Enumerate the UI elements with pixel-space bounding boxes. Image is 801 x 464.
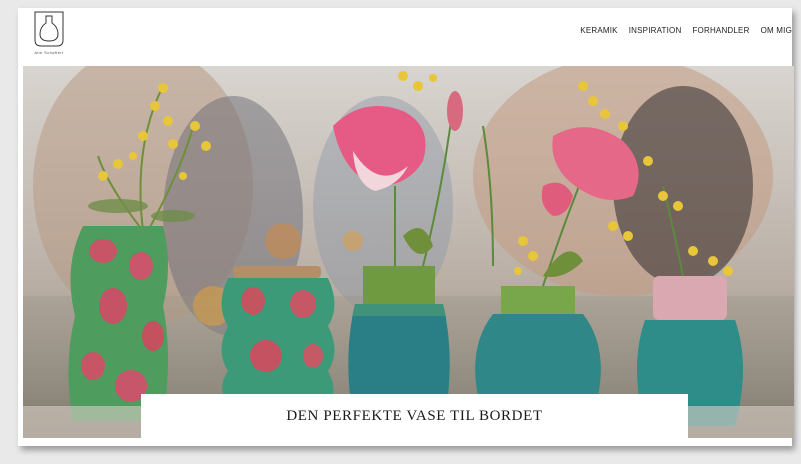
hero-caption-box[interactable]: DEN PERFEKTE VASE TIL BORDET bbox=[141, 394, 688, 438]
brand-name: Ane Schaffert bbox=[34, 50, 64, 55]
brand-logo[interactable]: Ane Schaffert bbox=[24, 10, 74, 60]
site-header: Ane Schaffert KERAMIK INSPIRATION FORHAN… bbox=[18, 8, 792, 66]
hero-caption: DEN PERFEKTE VASE TIL BORDET bbox=[286, 407, 543, 424]
nav-item-keramik[interactable]: KERAMIK bbox=[580, 26, 617, 35]
vase-logo-icon bbox=[34, 11, 64, 47]
main-nav: KERAMIK INSPIRATION FORHANDLER OM MIG bbox=[580, 26, 792, 35]
page-card: Ane Schaffert KERAMIK INSPIRATION FORHAN… bbox=[18, 8, 794, 446]
nav-item-forhandler[interactable]: FORHANDLER bbox=[692, 26, 749, 35]
hero-photo bbox=[23, 66, 794, 438]
vase-3 bbox=[348, 266, 450, 396]
vase-2 bbox=[221, 266, 335, 406]
hero-banner[interactable]: DEN PERFEKTE VASE TIL BORDET bbox=[23, 66, 794, 438]
nav-item-om-mig[interactable]: OM MIG bbox=[761, 26, 792, 35]
vase-1 bbox=[68, 226, 168, 421]
nav-item-inspiration[interactable]: INSPIRATION bbox=[629, 26, 682, 35]
